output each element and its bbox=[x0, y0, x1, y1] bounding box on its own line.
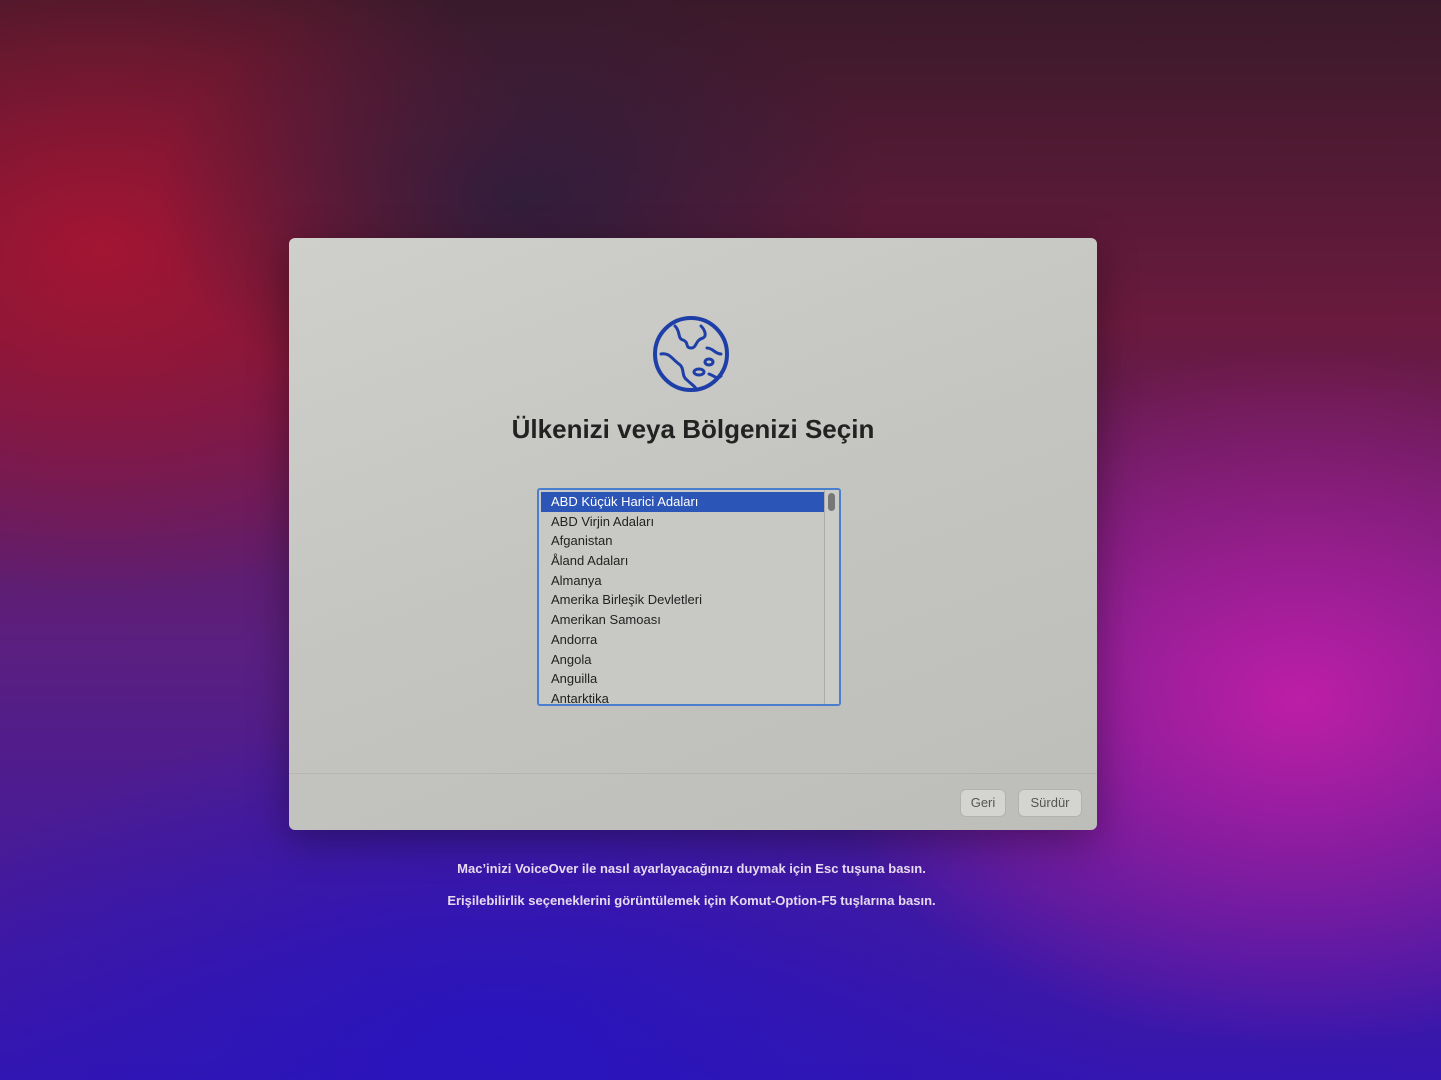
back-button[interactable]: Geri bbox=[961, 790, 1005, 816]
setup-dialog: Ülkenizi veya Bölgenizi Seçin ABD Küçük … bbox=[289, 238, 1097, 830]
list-item[interactable]: Antarktika bbox=[541, 689, 825, 704]
list-item[interactable]: Åland Adaları bbox=[541, 551, 825, 571]
list-item[interactable]: ABD Virjin Adaları bbox=[541, 512, 825, 532]
list-item[interactable]: Almanya bbox=[541, 571, 825, 591]
country-list-items: ABD Küçük Harici Adaları ABD Virjin Adal… bbox=[541, 492, 825, 704]
list-item[interactable]: Afganistan bbox=[541, 531, 825, 551]
globe-icon bbox=[653, 316, 729, 392]
continue-button[interactable]: Sürdür bbox=[1019, 790, 1081, 816]
page-title: Ülkenizi veya Bölgenizi Seçin bbox=[511, 414, 875, 444]
list-item[interactable]: Andorra bbox=[541, 630, 825, 650]
list-item[interactable]: Amerikan Samoası bbox=[541, 610, 825, 630]
list-item-selected[interactable]: ABD Küçük Harici Adaları bbox=[541, 492, 825, 512]
list-scrollbar[interactable] bbox=[824, 490, 839, 704]
accessibility-hint: Erişilebilirlik seçeneklerini görüntülem… bbox=[447, 893, 936, 908]
list-item[interactable]: Amerika Birleşik Devletleri bbox=[541, 590, 825, 610]
scroll-thumb[interactable] bbox=[828, 493, 835, 511]
footer-divider bbox=[289, 773, 1097, 774]
list-item[interactable]: Angola bbox=[541, 650, 825, 670]
list-item[interactable]: Anguilla bbox=[541, 669, 825, 689]
desktop-background: Ülkenizi veya Bölgenizi Seçin ABD Küçük … bbox=[0, 0, 1441, 1080]
country-list[interactable]: ABD Küçük Harici Adaları ABD Virjin Adal… bbox=[537, 488, 841, 706]
voiceover-hint: Mac’inizi VoiceOver ile nasıl ayarlayaca… bbox=[457, 861, 926, 876]
